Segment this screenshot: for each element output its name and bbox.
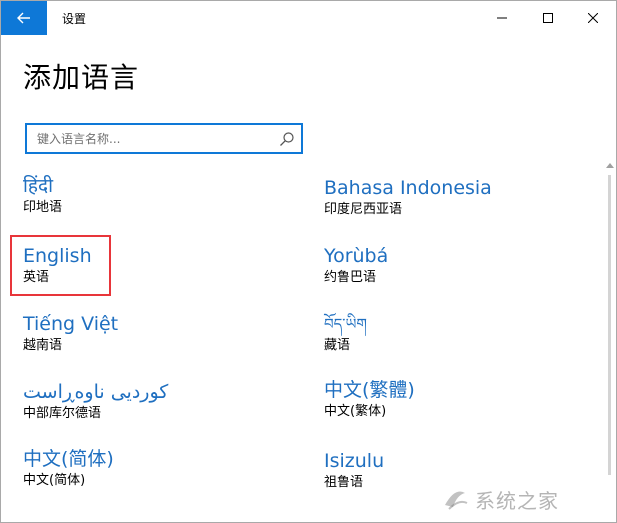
language-item-english[interactable]: English 英语	[23, 244, 283, 287]
language-native-name: کوردیی ناوەڕاست	[23, 381, 169, 403]
language-chinese-name: 越南语	[23, 338, 63, 353]
scroll-thumb[interactable]	[608, 175, 611, 475]
watermark: 系统之家	[441, 477, 611, 521]
title-bar: 设置	[1, 1, 616, 35]
language-chinese-name: 印地语	[23, 200, 63, 215]
language-item-tibetan[interactable]: བོད་ཡིག 藏语	[324, 312, 584, 355]
language-native-name: Yorùbá	[324, 245, 389, 267]
back-button[interactable]	[1, 1, 47, 35]
maximize-icon	[543, 13, 553, 23]
search-input[interactable]	[27, 125, 277, 152]
language-native-name: English	[23, 245, 92, 267]
language-chinese-name: 藏语	[324, 338, 351, 353]
language-native-name: 中文(繁體)	[324, 379, 415, 401]
language-item-bahasa-indonesia[interactable]: Bahasa Indonesia 印度尼西亚语	[324, 176, 584, 219]
watermark-text: 系统之家	[475, 488, 559, 513]
language-item-central-kurdish[interactable]: کوردیی ناوەڕاست 中部库尔德语	[23, 380, 283, 423]
maximize-button[interactable]	[525, 1, 571, 35]
settings-window: 设置 添加语言 हिंदी 印地语 Bahasa Indonesia	[0, 0, 617, 523]
language-chinese-name: 约鲁巴语	[324, 270, 377, 285]
language-item-yoruba[interactable]: Yorùbá 约鲁巴语	[324, 244, 584, 287]
back-arrow-icon	[17, 12, 30, 24]
scroll-up-arrow-icon[interactable]	[606, 163, 614, 168]
language-native-name: Bahasa Indonesia	[324, 177, 492, 199]
language-chinese-name: 印度尼西亚语	[324, 202, 403, 217]
watermark-logo-icon	[445, 491, 468, 510]
close-button[interactable]	[570, 1, 616, 35]
language-chinese-name: 中文(简体)	[23, 473, 86, 488]
scrollbar[interactable]	[605, 163, 615, 522]
window-title: 设置	[62, 12, 87, 26]
page-title: 添加语言	[23, 61, 140, 94]
language-item-chinese-simplified[interactable]: 中文(简体) 中文(简体)	[23, 447, 283, 490]
minimize-button[interactable]	[479, 1, 525, 35]
language-native-name: བོད་ཡིག	[324, 315, 367, 333]
search-box[interactable]	[25, 123, 303, 154]
language-native-name: Isizulu	[324, 450, 385, 472]
minimize-icon	[497, 17, 507, 19]
language-item-vietnamese[interactable]: Tiếng Việt 越南语	[23, 312, 283, 355]
language-native-name: हिंदी	[23, 175, 54, 197]
language-chinese-name: 英语	[23, 270, 50, 285]
search-icon[interactable]	[279, 131, 295, 147]
language-native-name: Tiếng Việt	[23, 313, 119, 335]
language-native-name: 中文(简体)	[23, 448, 114, 470]
language-item-chinese-traditional[interactable]: 中文(繁體) 中文(繁体)	[324, 378, 584, 421]
language-chinese-name: 中部库尔德语	[23, 406, 102, 421]
language-chinese-name: 中文(繁体)	[324, 404, 387, 419]
language-item-hindi[interactable]: हिंदी 印地语	[23, 174, 283, 217]
close-icon	[588, 13, 598, 23]
